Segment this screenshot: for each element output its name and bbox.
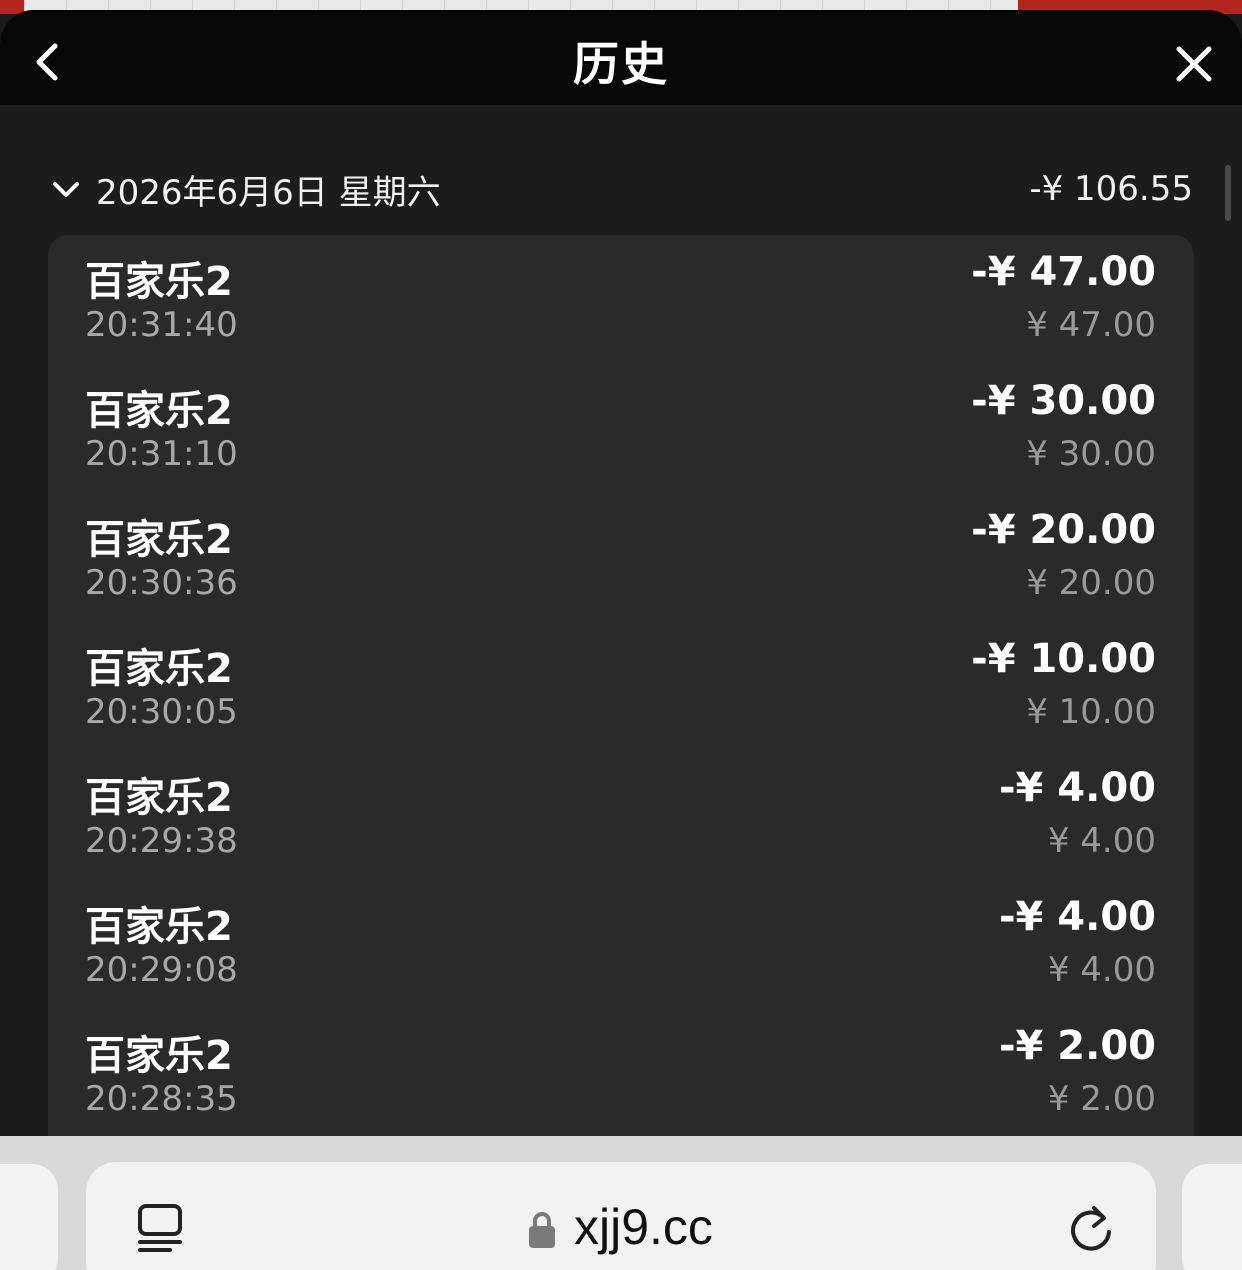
transaction-time: 20:29:38: [85, 821, 238, 861]
transaction-sub-amount: ¥ 20.00: [1026, 563, 1156, 603]
day-total: -¥ 106.55: [1029, 169, 1193, 209]
next-tab-preview[interactable]: [1182, 1164, 1242, 1270]
transaction-row[interactable]: 百家乐2 20:29:08 -¥ 4.00 ¥ 4.00: [48, 880, 1194, 1009]
close-button[interactable]: [1164, 34, 1224, 94]
game-name: 百家乐2: [85, 388, 233, 434]
game-name: 百家乐2: [85, 646, 233, 692]
scrollbar[interactable]: [1225, 165, 1231, 221]
game-name: 百家乐2: [85, 1033, 233, 1079]
page-title: 历史: [573, 37, 669, 91]
transaction-amount: -¥ 10.00: [971, 636, 1156, 682]
transaction-row[interactable]: 百家乐2 20:30:36 -¥ 20.00 ¥ 20.00: [48, 493, 1194, 622]
transaction-time: 20:31:10: [85, 434, 238, 474]
transaction-amount: -¥ 4.00: [998, 894, 1156, 940]
transaction-row[interactable]: 百家乐2 20:28:35 -¥ 2.00 ¥ 2.00: [48, 1009, 1194, 1136]
transaction-sub-amount: ¥ 47.00: [1026, 305, 1156, 345]
previous-tab-preview[interactable]: [0, 1164, 58, 1270]
transaction-amount: -¥ 2.00: [998, 1023, 1156, 1069]
browser-toolbar: xjj9.cc: [0, 1136, 1242, 1270]
transaction-sub-amount: ¥ 2.00: [1047, 1079, 1156, 1119]
transaction-row[interactable]: 百家乐2 20:31:10 -¥ 30.00 ¥ 30.00: [48, 364, 1194, 493]
game-name: 百家乐2: [85, 517, 233, 563]
transaction-amount: -¥ 4.00: [998, 765, 1156, 811]
transaction-sub-amount: ¥ 4.00: [1047, 821, 1156, 861]
transaction-sub-amount: ¥ 30.00: [1026, 434, 1156, 474]
close-icon: [1176, 46, 1212, 82]
sheet-header: 历史: [0, 10, 1242, 105]
transaction-time: 20:30:36: [85, 563, 238, 603]
transaction-sub-amount: ¥ 4.00: [1047, 950, 1156, 990]
game-name: 百家乐2: [85, 775, 233, 821]
transaction-time: 20:30:05: [85, 692, 238, 732]
transaction-row[interactable]: 百家乐2 20:31:40 -¥ 47.00 ¥ 47.00: [48, 235, 1194, 364]
lock-icon: [529, 1212, 555, 1248]
chevron-down-icon: [53, 182, 79, 197]
transaction-amount: -¥ 20.00: [971, 507, 1156, 553]
transaction-row[interactable]: 百家乐2 20:30:05 -¥ 10.00 ¥ 10.00: [48, 622, 1194, 751]
date-label: 2026年6月6日 星期六: [96, 172, 441, 213]
game-name: 百家乐2: [85, 904, 233, 950]
transaction-time: 20:31:40: [85, 305, 238, 345]
transaction-time: 20:29:08: [85, 950, 238, 990]
history-content: 2026年6月6日 星期六 -¥ 106.55 百家乐2 20:31:40 -¥…: [0, 105, 1242, 1136]
reload-icon[interactable]: [1066, 1202, 1116, 1254]
transaction-amount: -¥ 47.00: [971, 249, 1156, 295]
transaction-amount: -¥ 30.00: [971, 378, 1156, 424]
tabs-icon[interactable]: [136, 1202, 184, 1254]
history-sheet: 历史 2026年6月6日 星期六 -¥ 106.55 百家乐2 20:31:40…: [0, 10, 1242, 1136]
game-name: 百家乐2: [85, 259, 233, 305]
transaction-row[interactable]: 百家乐2 20:29:38 -¥ 4.00 ¥ 4.00: [48, 751, 1194, 880]
transaction-time: 20:28:35: [85, 1079, 238, 1119]
transaction-list: 百家乐2 20:31:40 -¥ 47.00 ¥ 47.00 百家乐2 20:3…: [48, 235, 1194, 1136]
transaction-sub-amount: ¥ 10.00: [1026, 692, 1156, 732]
date-group-header[interactable]: 2026年6月6日 星期六 -¥ 106.55: [50, 165, 1193, 213]
address-bar[interactable]: xjj9.cc: [86, 1162, 1156, 1270]
url-text[interactable]: xjj9.cc: [574, 1198, 713, 1256]
